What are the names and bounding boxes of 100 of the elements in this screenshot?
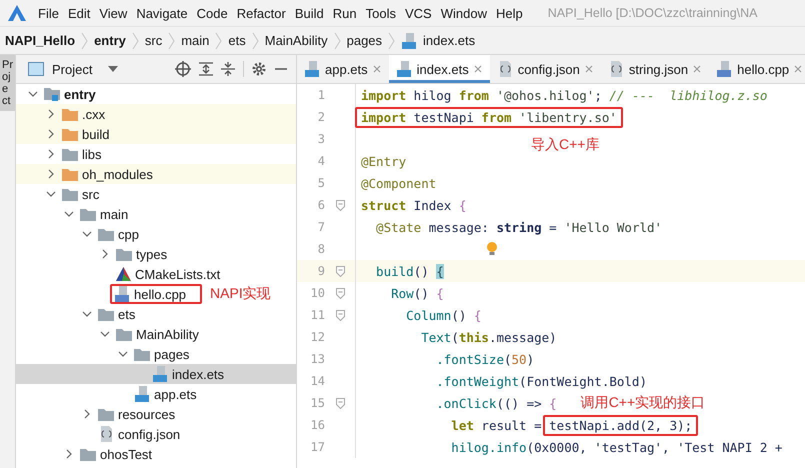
breadcrumb-item[interactable]: pages	[346, 33, 382, 48]
line-number: 3	[316, 132, 325, 146]
line-number: 8	[316, 242, 325, 256]
tree-row[interactable]: libs	[16, 144, 296, 164]
menu-item[interactable]: Build	[294, 6, 324, 20]
editor-tab[interactable]: config.json	[490, 55, 601, 83]
tree-row[interactable]: resources	[16, 404, 296, 424]
close-icon[interactable]	[584, 65, 593, 73]
ets-file-icon	[304, 61, 320, 77]
code-token: @Component	[361, 176, 436, 190]
chevron-right-icon[interactable]	[82, 409, 92, 419]
breadcrumb-item[interactable]: index.ets	[423, 33, 476, 48]
tree-row[interactable]: ets	[16, 304, 296, 324]
folder-icon	[98, 408, 114, 420]
menu-item[interactable]: Tools	[366, 6, 396, 20]
menu-item[interactable]: Navigate	[136, 6, 188, 20]
tree-row[interactable]: ohosTest	[16, 444, 296, 464]
breadcrumb-item[interactable]: entry	[94, 33, 126, 48]
menu-item[interactable]: Edit	[68, 6, 90, 20]
code-token: 50	[512, 352, 527, 366]
tree-row[interactable]: types	[16, 244, 296, 264]
code-token: {	[436, 264, 444, 278]
fold-marker-icon[interactable]	[336, 310, 344, 320]
menu-item[interactable]: Code	[196, 6, 228, 20]
chevron-right-icon[interactable]	[64, 449, 74, 459]
code-token: testNapi	[412, 110, 475, 124]
tree-item-label: resources	[118, 406, 176, 422]
close-icon[interactable]	[794, 65, 802, 73]
tree-row[interactable]: hello.cpp NAPI实现	[16, 284, 296, 304]
editor-tab[interactable]: string.json	[600, 55, 710, 83]
code-token: import	[361, 110, 406, 124]
chevron-right-icon	[215, 32, 222, 50]
fold-marker-icon[interactable]	[336, 200, 344, 210]
breadcrumb-item[interactable]: ets	[228, 33, 246, 48]
tree-row[interactable]: index.ets	[16, 364, 296, 384]
tree-row[interactable]: pages	[16, 344, 296, 364]
breadcrumb-item[interactable]: MainAbility	[264, 33, 328, 48]
settings-icon[interactable]	[252, 62, 266, 76]
code-token: string	[496, 220, 542, 234]
close-icon[interactable]	[372, 65, 381, 73]
tree-row[interactable]: app.ets	[16, 384, 296, 404]
tree-row[interactable]: .cxx	[16, 104, 296, 124]
breadcrumb-item[interactable]: main	[181, 33, 210, 48]
menu-item[interactable]: VCS	[404, 6, 432, 20]
menu-item[interactable]: Help	[496, 6, 523, 20]
editor-tab[interactable]: app.ets	[297, 55, 389, 83]
menu-item[interactable]: View	[99, 6, 128, 20]
tree-row[interactable]: entry	[16, 84, 296, 104]
fold-marker-icon[interactable]	[336, 398, 344, 408]
tree-item-label: cpp	[118, 226, 139, 242]
menu-item[interactable]: Refactor	[236, 6, 286, 20]
folder-icon	[62, 108, 78, 120]
tree-item-label: entry	[64, 86, 96, 102]
code-token: import	[361, 88, 406, 102]
code-token: Index	[412, 198, 452, 212]
menu-item[interactable]: Window	[440, 6, 487, 20]
code-token: // ---	[609, 88, 656, 102]
cpp-file-icon	[114, 286, 130, 302]
collapse-all-icon[interactable]	[221, 62, 235, 76]
window-title: NAPI_Hello [D:\DOC\zzc\trainning\NA	[548, 6, 758, 20]
chevron-down-icon[interactable]	[28, 89, 38, 99]
lightbulb-icon[interactable]	[486, 242, 498, 256]
editor-tab[interactable]: hello.cpp	[709, 55, 805, 83]
folder-icon	[62, 148, 78, 160]
fold-marker-icon[interactable]	[336, 266, 344, 276]
code-token: .message)	[488, 330, 557, 344]
tree-row[interactable]: cpp	[16, 224, 296, 244]
menu-item[interactable]: File	[38, 6, 59, 20]
chevron-right-icon[interactable]	[100, 249, 110, 259]
tree-row[interactable]: main	[16, 204, 296, 224]
tree-row[interactable]: build	[16, 124, 296, 144]
code-token: =	[548, 220, 558, 234]
close-icon[interactable]	[474, 65, 482, 73]
project-tool-tab[interactable]: Project	[0, 55, 15, 112]
code-token: Column	[405, 308, 452, 322]
tree-row[interactable]: config.json	[16, 424, 296, 444]
code-token: (FontWeight.Bold)	[519, 374, 647, 388]
tree-row[interactable]: src	[16, 184, 296, 204]
close-icon[interactable]	[693, 65, 702, 73]
breadcrumb-item[interactable]: NAPI_Hello	[5, 33, 76, 48]
tree-row[interactable]: MainAbility	[16, 324, 296, 344]
line-number: 1	[316, 88, 325, 102]
menu-item[interactable]: Run	[332, 6, 357, 20]
fold-marker-icon[interactable]	[336, 288, 344, 298]
panel-title[interactable]: Project	[52, 62, 92, 76]
annotation-text: 导入C++库	[531, 136, 600, 154]
chevron-right-icon	[81, 32, 88, 50]
tree-row[interactable]: CMakeLists.txt	[16, 264, 296, 284]
caret-down-icon[interactable]	[108, 66, 118, 72]
code-token: struct	[361, 198, 406, 212]
breadcrumb-item[interactable]: src	[144, 33, 162, 48]
crosshair-icon[interactable]	[175, 61, 191, 77]
expand-all-icon[interactable]	[199, 62, 213, 76]
code-token: {	[474, 308, 482, 322]
tree-item-label: ets	[118, 306, 136, 322]
tree-row[interactable]: oh_modules	[16, 164, 296, 184]
app-logo-icon	[8, 5, 26, 21]
editor-tab[interactable]: index.ets	[388, 55, 490, 83]
folder-icon	[134, 348, 150, 360]
code-token: Text	[420, 330, 452, 344]
